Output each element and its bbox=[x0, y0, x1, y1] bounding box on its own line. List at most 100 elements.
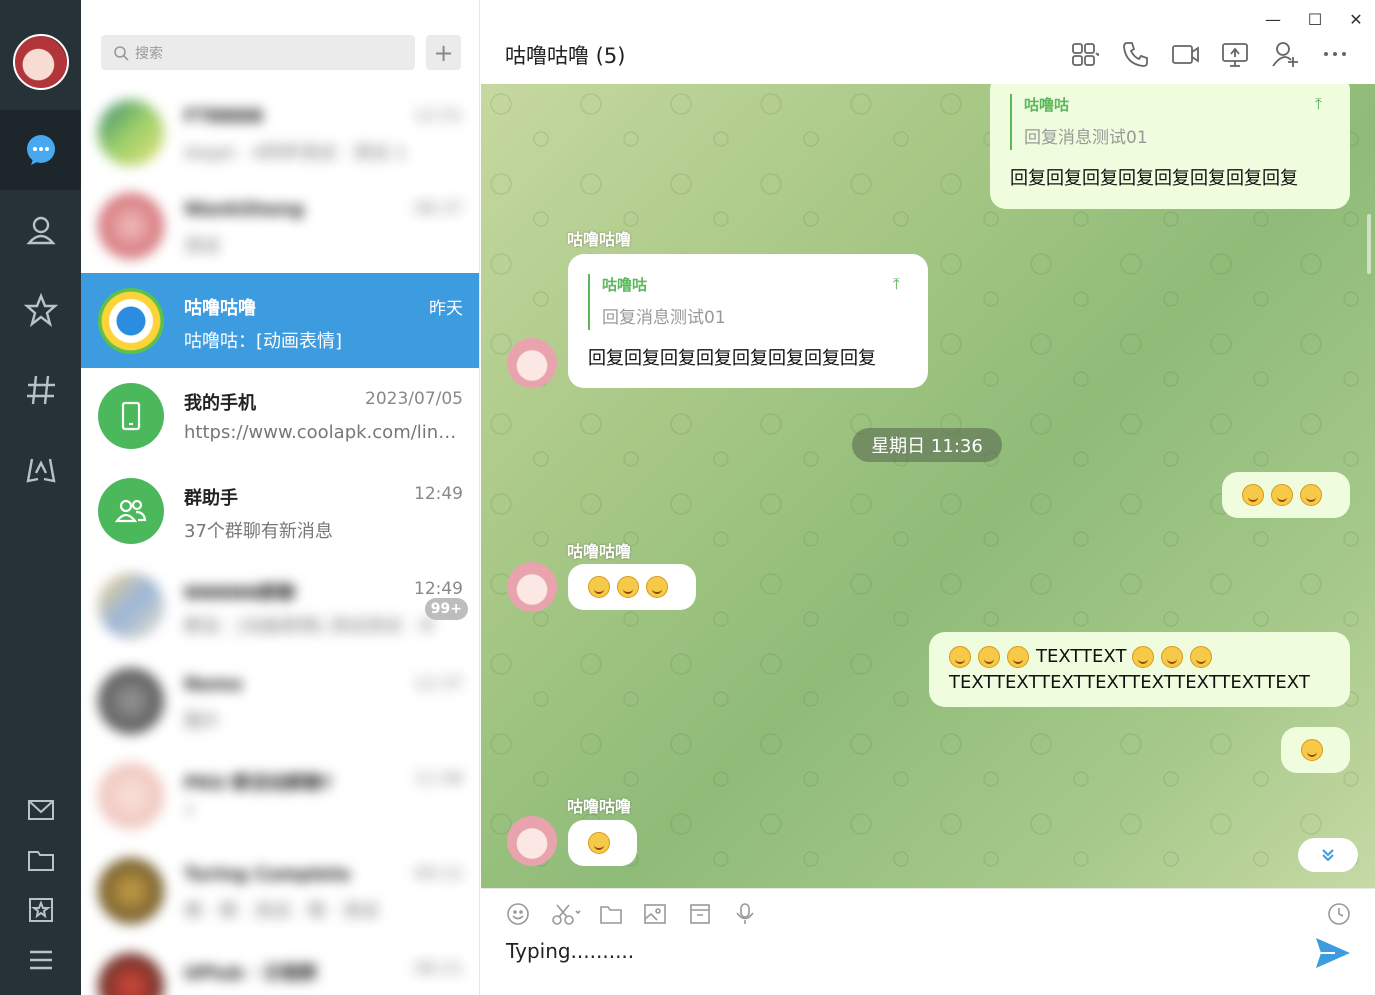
voice-button[interactable] bbox=[730, 899, 760, 929]
add-member-button[interactable] bbox=[1267, 38, 1303, 70]
smile-emoji-icon bbox=[617, 576, 639, 598]
maximize-button[interactable]: ☐ bbox=[1295, 8, 1335, 30]
rail-messages[interactable] bbox=[0, 110, 81, 190]
sender-avatar[interactable] bbox=[507, 338, 557, 388]
quote-sender: 咕噜咕 bbox=[1024, 96, 1070, 114]
message-bubble-outgoing[interactable] bbox=[1281, 727, 1350, 773]
rail-menu[interactable] bbox=[0, 935, 81, 985]
conversation-item[interactable]: PKU 群活动群聊? 11:58 ? bbox=[81, 748, 479, 843]
red-packet-button[interactable] bbox=[685, 899, 715, 929]
smile-emoji-icon bbox=[978, 646, 1000, 668]
smile-emoji-icon bbox=[1271, 484, 1293, 506]
conversation-item[interactable]: Nemo 12:37 图片 bbox=[81, 653, 479, 748]
smile-emoji-icon bbox=[1190, 646, 1213, 668]
conversation-name: Turing Complete bbox=[184, 864, 351, 885]
search-icon bbox=[114, 45, 129, 61]
quote-text: 回复消息测试01 bbox=[1024, 128, 1148, 148]
group-avatar bbox=[98, 288, 164, 354]
microphone-icon bbox=[736, 903, 754, 924]
rail-favorites[interactable] bbox=[0, 270, 81, 350]
search-input[interactable]: 搜索 bbox=[101, 35, 415, 70]
close-button[interactable]: ✕ bbox=[1336, 8, 1375, 30]
message-text: 回复回复回复回复回复回复回复回复 bbox=[588, 348, 876, 369]
emoji-icon bbox=[507, 903, 529, 925]
conversation-avatar bbox=[98, 668, 164, 734]
conversation-item[interactable]: NNNNN群聊 12:49 群友：[动画表情] 测试测试 · 片 99+ bbox=[81, 558, 479, 653]
apps-button[interactable] bbox=[1067, 38, 1103, 70]
sender-avatar[interactable] bbox=[507, 562, 557, 612]
rail-bookmarks[interactable] bbox=[0, 885, 81, 935]
rail-games[interactable] bbox=[0, 430, 81, 510]
video-icon bbox=[1172, 45, 1199, 64]
scrollbar[interactable] bbox=[1367, 214, 1371, 274]
more-icon bbox=[1324, 52, 1346, 56]
conversation-item[interactable]: FTBBBB 12:51 Aleph · 4阿杯测试 · 测试 1 bbox=[81, 85, 479, 180]
message-line-1: TEXTTEXT bbox=[949, 644, 1330, 670]
sender-avatar[interactable] bbox=[507, 816, 557, 866]
conversation-item[interactable]: UPlub · 日程群 08:21 ... bbox=[81, 938, 479, 995]
apps-icon bbox=[1072, 43, 1099, 66]
conversation-preview: 咕噜咕：[动画表情] bbox=[184, 331, 343, 352]
screen-share-icon bbox=[1222, 43, 1248, 67]
screenshot-button[interactable] bbox=[547, 899, 587, 929]
phone-icon bbox=[1123, 42, 1148, 67]
conversation-preview: Aleph · 4阿杯测试 · 测试 1 bbox=[184, 143, 407, 164]
smile-emoji-icon bbox=[1242, 484, 1264, 506]
image-icon bbox=[644, 904, 666, 924]
conversation-preview: 图片 bbox=[184, 711, 220, 732]
conversation-time: 11:58 bbox=[414, 769, 463, 789]
conversation-name: 我的手机 bbox=[184, 393, 256, 414]
emoji-button[interactable] bbox=[503, 899, 533, 929]
voice-call-button[interactable] bbox=[1117, 38, 1153, 70]
chat-title: 咕噜咕噜 (5) bbox=[505, 44, 626, 68]
unread-badge: 99+ bbox=[424, 598, 468, 620]
message-bubble-incoming[interactable] bbox=[568, 564, 696, 610]
scroll-to-bottom-button[interactable] bbox=[1298, 838, 1358, 872]
conversation-time: 12:49 bbox=[414, 484, 463, 504]
conversation-avatar bbox=[98, 858, 164, 924]
screen-share-button[interactable] bbox=[1217, 38, 1253, 70]
add-button[interactable]: + bbox=[426, 35, 461, 70]
minimize-button[interactable]: — bbox=[1253, 8, 1293, 30]
message-text: 回复回复回复回复回复回复回复回复 bbox=[1010, 168, 1298, 189]
message-bubble-outgoing[interactable]: 咕噜咕 回复消息测试01 ⤒ 回复回复回复回复回复回复回复回复 bbox=[990, 84, 1350, 209]
message-bubble-incoming[interactable]: 咕噜咕 回复消息测试01 ⤒ 回复回复回复回复回复回复回复回复 bbox=[568, 254, 928, 388]
more-button[interactable] bbox=[1317, 38, 1353, 70]
reply-quote[interactable]: 咕噜咕 回复消息测试01 ⤒ bbox=[588, 274, 908, 330]
image-button[interactable] bbox=[640, 899, 670, 929]
smile-emoji-icon bbox=[1132, 646, 1155, 668]
chat-header: — ☐ ✕ 咕噜咕噜 (5) bbox=[481, 0, 1375, 84]
rail-contacts[interactable] bbox=[0, 190, 81, 270]
message-input[interactable]: Typing.......... bbox=[506, 939, 634, 963]
group-helper-avatar bbox=[98, 478, 164, 544]
conversation-preview: 37个群聊有新消息 bbox=[184, 521, 333, 542]
history-button[interactable] bbox=[1324, 899, 1354, 929]
jump-to-quote-icon[interactable]: ⤒ bbox=[1315, 94, 1322, 114]
rail-folder[interactable] bbox=[0, 835, 81, 885]
conversation-item[interactable]: 我的手机 2023/07/05 https://www.coolapk.com/… bbox=[81, 368, 479, 463]
video-call-button[interactable] bbox=[1167, 38, 1203, 70]
rail-channels[interactable] bbox=[0, 350, 81, 430]
conversation-avatar bbox=[98, 573, 164, 639]
message-bubble-outgoing[interactable]: TEXTTEXT TEXTTEXTTEXTTEXTTEXTTEXTTEXTTEX… bbox=[929, 632, 1350, 707]
send-icon[interactable] bbox=[1313, 933, 1353, 973]
add-member-icon bbox=[1272, 42, 1298, 67]
conversation-time: 12:51 bbox=[414, 106, 463, 126]
conversation-preview: 群友：[动画表情] 测试测试 · 片 bbox=[184, 616, 437, 637]
phone-avatar bbox=[98, 383, 164, 449]
user-avatar[interactable] bbox=[13, 34, 69, 90]
message-list[interactable]: 咕噜咕 回复消息测试01 ⤒ 回复回复回复回复回复回复回复回复 咕噜咕噜 咕噜咕… bbox=[481, 84, 1375, 888]
jump-to-quote-icon[interactable]: ⤒ bbox=[893, 274, 900, 294]
conversation-item[interactable]: 群助手 12:49 37个群聊有新消息 bbox=[81, 463, 479, 558]
conversation-item[interactable]: WankSheng 08:37 测试 bbox=[81, 178, 479, 273]
message-bubble-incoming[interactable] bbox=[568, 820, 637, 866]
message-bubble-outgoing[interactable] bbox=[1222, 472, 1350, 518]
conversation-item-active[interactable]: 咕噜咕噜 昨天 咕噜咕：[动画表情] bbox=[81, 273, 479, 368]
file-button[interactable] bbox=[596, 899, 626, 929]
conversation-preview: https://www.coolapk.com/link?url=... bbox=[184, 422, 464, 443]
smile-emoji-icon bbox=[1300, 484, 1322, 506]
rail-mail[interactable] bbox=[0, 785, 81, 835]
conversation-item[interactable]: Turing Complete 09:12 嗯 · 嗯 · 测试 · 嗯 · 测… bbox=[81, 843, 479, 938]
quote-sender: 咕噜咕 bbox=[602, 276, 648, 294]
reply-quote[interactable]: 咕噜咕 回复消息测试01 ⤒ bbox=[1010, 94, 1330, 150]
